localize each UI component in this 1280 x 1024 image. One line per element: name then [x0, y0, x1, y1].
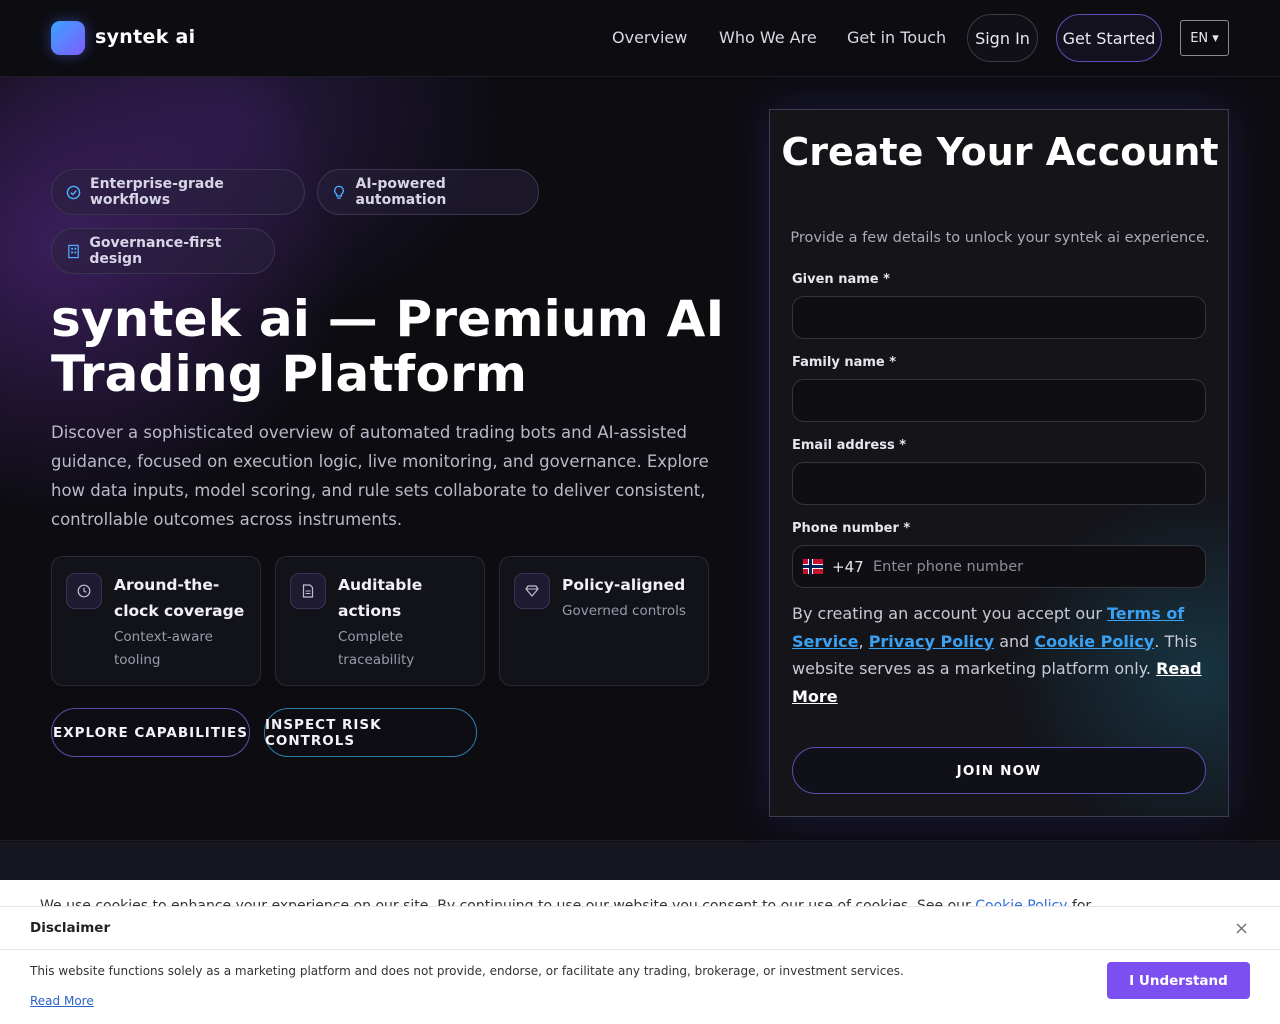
tag-label: Governance-first design: [89, 235, 222, 267]
document-icon: [290, 573, 326, 609]
brand-name[interactable]: syntek ai: [95, 26, 195, 48]
feature-subtitle: Governed controls: [562, 603, 686, 619]
hero-title: syntek ai — Premium AI Trading Platform: [51, 290, 725, 403]
close-icon[interactable]: ×: [1234, 918, 1249, 939]
cookie-text-start: We use cookies to enhance your experienc…: [40, 898, 971, 906]
phone-field-group: +47: [792, 545, 1206, 588]
hero-description: Discover a sophisticated overview of aut…: [51, 423, 709, 529]
disclaimer-title: Disclaimer: [30, 920, 111, 936]
disclaimer-header: Disclaimer ×: [0, 907, 1280, 950]
comma-separator: ,: [858, 631, 869, 651]
cookie-banner: We use cookies to enhance your experienc…: [0, 880, 1280, 906]
sign-in-button[interactable]: Sign In: [967, 14, 1038, 62]
disclaimer-banner: Disclaimer × This website functions sole…: [0, 906, 1280, 1024]
nav-link-overview[interactable]: Overview: [612, 28, 687, 47]
diamond-icon: [514, 573, 550, 609]
logo-icon[interactable]: [51, 21, 85, 55]
given-name-label: Given name *: [792, 272, 890, 287]
norway-flag-icon[interactable]: [803, 559, 823, 574]
phone-input[interactable]: [863, 547, 1193, 587]
feature-subtitle: Context-aware tooling: [114, 629, 213, 668]
i-understand-button[interactable]: I Understand: [1107, 962, 1250, 999]
tag-governance-design: Governance-first design: [51, 228, 275, 274]
phone-dial-code[interactable]: +47: [832, 558, 864, 576]
get-started-button[interactable]: Get Started: [1056, 14, 1162, 62]
disclaimer-text: This website functions solely as a marke…: [30, 964, 904, 978]
disclaimer-read-more-link[interactable]: Read More: [30, 994, 94, 1008]
terms-prefix: By creating an account you accept our: [792, 604, 1102, 623]
feature-title: Auditable actions: [338, 576, 423, 620]
cookie-text-end: for: [1071, 898, 1092, 906]
cookie-policy-link[interactable]: Cookie Policy: [1034, 632, 1154, 651]
privacy-policy-link[interactable]: Privacy Policy: [869, 632, 994, 651]
feature-title: Policy-aligned: [562, 576, 686, 594]
family-name-field[interactable]: [792, 379, 1206, 422]
signup-title: Create Your Account: [781, 130, 1219, 174]
inspect-risk-controls-button[interactable]: INSPECT RISK CONTROLS: [264, 708, 477, 757]
tag-label: Enterprise-grade workflows: [90, 176, 224, 208]
feature-subtitle: Complete traceability: [338, 629, 415, 668]
clock-icon: [66, 573, 102, 609]
feature-title: Around-the-clock coverage: [114, 576, 245, 620]
family-name-label: Family name *: [792, 355, 897, 370]
and-text: and: [999, 631, 1030, 651]
feature-card-coverage: Around-the-clock coverage Context-aware …: [51, 556, 261, 686]
nav-link-who-we-are[interactable]: Who We Are: [719, 28, 817, 47]
phone-label: Phone number *: [792, 521, 911, 536]
nav-link-get-in-touch[interactable]: Get in Touch: [847, 28, 946, 47]
cookie-policy-banner-link[interactable]: Cookie Policy: [975, 898, 1067, 906]
signup-card: Create Your Account Provide a few detail…: [769, 109, 1229, 817]
check-circle-icon: [66, 184, 81, 200]
given-name-field[interactable]: [792, 296, 1206, 339]
explore-capabilities-button[interactable]: EXPLORE CAPABILITIES: [51, 708, 250, 757]
language-select[interactable]: EN ▾: [1180, 20, 1229, 56]
email-field[interactable]: [792, 462, 1206, 505]
terms-text: By creating an account you accept our Te…: [792, 600, 1208, 710]
section-divider-band: [0, 842, 1280, 880]
tag-label: AI-powered automation: [355, 176, 447, 208]
building-icon: [66, 243, 80, 259]
tag-enterprise-workflows: Enterprise-grade workflows: [51, 169, 305, 215]
site-header: syntek ai Overview Who We Are Get in Tou…: [0, 0, 1280, 77]
join-now-button[interactable]: JOIN NOW: [792, 747, 1206, 794]
feature-card-auditable: Auditable actions Complete traceability: [275, 556, 485, 686]
email-label: Email address *: [792, 438, 907, 453]
cookie-banner-text: We use cookies to enhance your experienc…: [40, 898, 1091, 906]
feature-card-policy: Policy-aligned Governed controls: [499, 556, 709, 686]
signup-subtitle: Provide a few details to unlock your syn…: [790, 230, 1210, 246]
tag-ai-automation: AI-powered automation: [317, 169, 539, 215]
lightbulb-icon: [332, 184, 346, 200]
